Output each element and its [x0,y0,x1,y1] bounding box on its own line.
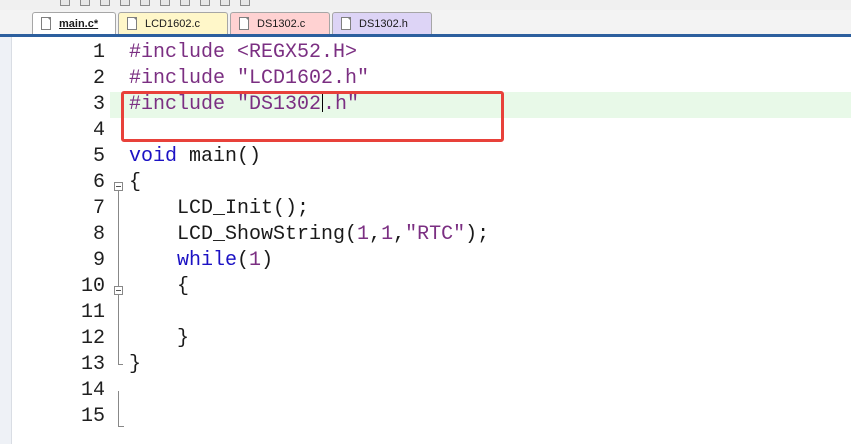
fold-guide-end [118,364,123,365]
line-number: 13 [80,353,105,376]
toolbar-button-icon[interactable] [240,0,250,6]
number-literal: 1 [357,223,370,246]
code-line-7: LCD_Init(); [129,197,310,220]
line-number: 2 [92,67,105,90]
paren-close: ) [261,249,274,272]
line-number: 7 [92,197,105,220]
tab-label: DS1302.h [359,17,408,30]
line-number: 8 [92,223,105,246]
tab-ds1302-c[interactable]: DS1302.c [230,12,330,34]
file-icon [341,17,351,30]
file-icon [127,17,137,30]
file-icon [41,17,51,30]
code-line-12: } [129,327,190,350]
toolbar-button-icon[interactable] [100,0,110,6]
toolbar [0,0,851,10]
tab-label: DS1302.c [257,17,306,30]
line-number: 3 [92,93,105,116]
fold-guide-line [118,191,119,364]
fold-guide-end [118,426,124,427]
tab-ds1302-h[interactable]: DS1302.h [332,12,432,34]
line-number: 15 [80,405,105,428]
line-number: 4 [92,119,105,142]
call-name: LCD_ShowString( [129,223,358,246]
annotation-highlight-box [121,91,504,142]
toolbar-button-icon[interactable] [60,0,70,6]
code-line-2: #include "LCD1602.h" [129,66,369,92]
file-icon [239,17,249,30]
toolbar-button-icon[interactable] [200,0,210,6]
keyword: while [177,249,238,272]
tab-label: main.c* [59,17,99,30]
preprocessor-directive: #include [129,67,226,90]
comma: , [393,223,406,246]
include-target: "LCD1602.h" [225,67,370,90]
include-target: <REGX52.H> [225,41,358,64]
fold-collapse-icon[interactable] [114,286,123,295]
fold-collapse-icon[interactable] [114,182,123,191]
toolbar-button-icon[interactable] [80,0,90,6]
line-number: 9 [92,249,105,272]
toolbar-button-icon[interactable] [120,0,130,6]
code-line-9: while(1) [129,248,273,274]
number-literal: 1 [249,249,262,272]
code-line-5: void main() [129,144,261,170]
toolbar-button-icon[interactable] [220,0,230,6]
code-line-6: { [129,171,142,194]
preprocessor-directive: #include [129,41,226,64]
line-number: 12 [80,327,105,350]
code-line-8: LCD_ShowString(1,1,"RTC"); [129,222,489,248]
toolbar-button-icon[interactable] [140,0,150,6]
comma: , [369,223,382,246]
line-number: 5 [92,145,105,168]
toolbar-button-icon[interactable] [160,0,170,6]
line-number: 10 [80,275,105,298]
toolbar-button-icon[interactable] [180,0,190,6]
code-line-1: #include <REGX52.H> [129,40,357,66]
line-number: 14 [80,379,105,402]
editor-tab-bar: main.c* LCD1602.c DS1302.c DS1302.h [0,10,851,37]
tab-main-c[interactable]: main.c* [32,12,116,34]
call-end: ); [465,223,490,246]
line-number: 1 [92,41,105,64]
tab-lcd1602-c[interactable]: LCD1602.c [118,12,228,34]
number-literal: 1 [381,223,394,246]
code-line-13: } [129,353,142,376]
tab-label: LCD1602.c [145,17,201,30]
line-number: 6 [92,171,105,194]
keyword: void [129,145,178,168]
code-line-10: { [129,275,190,298]
fold-guide-line [118,391,119,427]
string-literal: "RTC" [405,223,466,246]
paren-open: ( [237,249,250,272]
line-number: 11 [80,301,105,324]
function-signature: main() [177,145,262,168]
